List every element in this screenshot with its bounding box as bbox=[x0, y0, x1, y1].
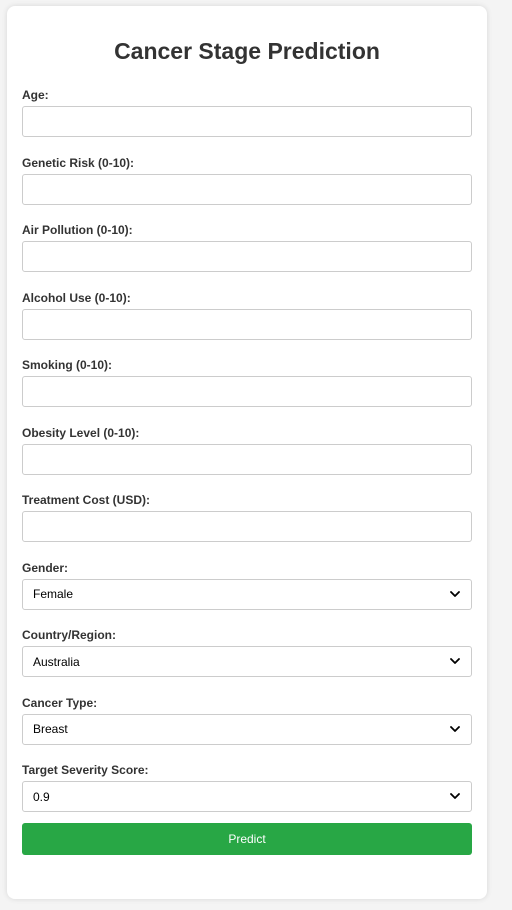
chevron-down-icon bbox=[449, 656, 461, 668]
field-alcohol-use: Alcohol Use (0-10): bbox=[22, 291, 472, 359]
field-cancer-type: Cancer Type: Breast bbox=[22, 696, 472, 764]
field-smoking: Smoking (0-10): bbox=[22, 358, 472, 426]
form-card: Cancer Stage Prediction Age: Genetic Ris… bbox=[7, 6, 487, 899]
genetic-risk-input[interactable] bbox=[22, 173, 472, 205]
age-label: Age: bbox=[22, 88, 49, 102]
field-severity: Target Severity Score: 0.9 bbox=[22, 763, 472, 831]
gender-select[interactable]: Female bbox=[22, 578, 472, 610]
field-gender: Gender: Female bbox=[22, 561, 472, 629]
cancer-type-select[interactable]: Breast bbox=[22, 713, 472, 745]
severity-label: Target Severity Score: bbox=[22, 763, 149, 777]
page-title: Cancer Stage Prediction bbox=[114, 38, 380, 64]
air-pollution-label: Air Pollution (0-10): bbox=[22, 223, 133, 237]
chevron-down-icon bbox=[449, 723, 461, 735]
field-age: Age: bbox=[22, 88, 472, 156]
severity-select[interactable]: 0.9 bbox=[22, 781, 472, 812]
gender-label: Gender: bbox=[22, 560, 69, 575]
field-obesity-level: Obesity Level (0-10): bbox=[22, 426, 472, 494]
age-input[interactable] bbox=[22, 106, 472, 137]
field-treatment-cost: Treatment Cost (USD): bbox=[22, 493, 472, 561]
alcohol-use-label: Alcohol Use (0-10): bbox=[22, 290, 131, 305]
country-label: Country/Region: bbox=[22, 628, 116, 642]
treatment-cost-label: Treatment Cost (USD): bbox=[22, 493, 151, 507]
field-genetic-risk: Genetic Risk (0-10): bbox=[22, 156, 472, 224]
country-selected-value: Australia bbox=[33, 654, 80, 669]
field-air-pollution: Air Pollution (0-10): bbox=[22, 223, 472, 291]
cancer-type-label: Cancer Type: bbox=[22, 695, 98, 710]
obesity-level-input[interactable] bbox=[22, 443, 472, 475]
gender-selected-value: Female bbox=[33, 587, 74, 601]
cancer-type-selected-value: Breast bbox=[33, 722, 68, 736]
chevron-down-icon bbox=[449, 588, 461, 600]
field-country: Country/Region: Australia bbox=[22, 628, 472, 696]
obesity-level-label: Obesity Level (0-10): bbox=[22, 425, 140, 440]
alcohol-use-input[interactable] bbox=[22, 308, 472, 340]
treatment-cost-input[interactable] bbox=[22, 511, 472, 542]
prediction-form: Age: Genetic Risk (0-10): Air Pollution … bbox=[22, 88, 472, 831]
country-select[interactable]: Australia bbox=[22, 646, 472, 677]
air-pollution-input[interactable] bbox=[22, 241, 472, 272]
predict-button[interactable]: Predict bbox=[22, 823, 472, 855]
severity-selected-value: 0.9 bbox=[33, 789, 50, 804]
chevron-down-icon bbox=[449, 791, 461, 803]
smoking-label: Smoking (0-10): bbox=[22, 358, 113, 372]
genetic-risk-label: Genetic Risk (0-10): bbox=[22, 155, 135, 170]
smoking-input[interactable] bbox=[22, 376, 472, 407]
